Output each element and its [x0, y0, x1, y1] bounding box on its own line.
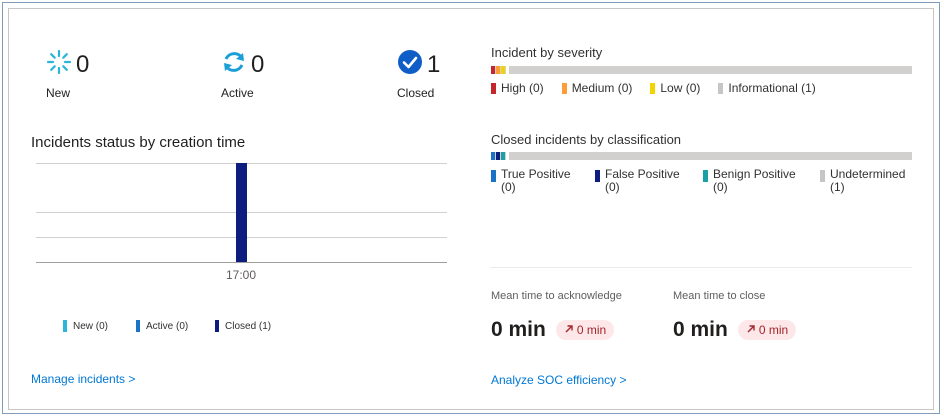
legend-label: Closed (1)	[225, 320, 272, 332]
mean-time-acknowledge-value: 0 min	[491, 318, 546, 341]
arrow-up-right-icon	[564, 323, 574, 337]
trend-value: 0 min	[758, 323, 789, 337]
classification-bar-true-positive	[491, 152, 495, 160]
severity-medium: Medium (0)	[561, 81, 633, 95]
legend-label: Low (0)	[660, 81, 701, 95]
severity-bar-low	[501, 66, 505, 74]
check-circle-icon	[397, 49, 423, 80]
legend-count: (0)	[501, 180, 516, 194]
legend-label: Medium (0)	[571, 81, 633, 95]
legend-swatch	[136, 320, 140, 332]
refresh-icon	[221, 49, 247, 80]
legend-item-new: New (0)	[63, 320, 108, 332]
legend-count: (1)	[830, 180, 845, 194]
counter-active: 0 Active	[221, 49, 264, 100]
legend-swatch	[703, 170, 708, 182]
legend-label: Informational (1)	[728, 81, 816, 95]
severity-high: High (0)	[491, 81, 544, 95]
chart-x-axis	[36, 262, 447, 263]
legend-swatch	[491, 170, 496, 182]
severity-bar-medium	[496, 66, 500, 74]
severity-informational: Informational (1)	[718, 81, 816, 95]
legend-swatch	[820, 170, 825, 182]
trend-value: 0 min	[576, 323, 607, 337]
active-count: 0	[251, 50, 265, 78]
legend-label: False Positive	[605, 167, 680, 181]
classification-false-positive: False Positive (0)	[595, 168, 680, 194]
legend-label: Benign Positive	[713, 167, 796, 181]
analyze-soc-efficiency-link[interactable]: Analyze SOC efficiency >	[491, 373, 627, 387]
manage-incidents-link[interactable]: Manage incidents >	[31, 372, 135, 386]
legend-item-active: Active (0)	[136, 320, 188, 332]
status-chart-title: Incidents status by creation time	[31, 134, 246, 151]
classification-bar-gap	[506, 152, 509, 160]
severity-bar	[491, 66, 912, 74]
mean-time-acknowledge-label: Mean time to acknowledge	[491, 290, 622, 302]
x-tick-label: 17:00	[226, 268, 257, 282]
active-label: Active	[221, 86, 254, 100]
mean-time-close-label: Mean time to close	[673, 290, 766, 302]
legend-swatch	[650, 82, 656, 94]
mean-time-close: 0 min 0 min	[673, 318, 797, 342]
classification-title: Closed incidents by classification	[491, 132, 682, 147]
legend-swatch	[561, 82, 567, 94]
chart-bar	[235, 163, 247, 262]
legend-swatch	[718, 82, 724, 94]
classification-bar	[491, 152, 912, 160]
classification-undetermined: Undetermined (1)	[820, 168, 905, 194]
new-label: New	[46, 86, 71, 100]
trend-badge: 0 min	[737, 320, 797, 340]
legend-swatch	[595, 170, 600, 182]
legend-label: New (0)	[73, 320, 109, 332]
severity-legend: High (0) Medium (0) Low (0) Informationa…	[491, 81, 834, 95]
legend-label: High (0)	[501, 81, 544, 95]
classification-benign-positive: Benign Positive (0)	[703, 168, 796, 194]
classification-bar-benign-positive	[501, 152, 505, 160]
mean-time-acknowledge: 0 min 0 min	[491, 318, 615, 342]
severity-low: Low (0)	[650, 81, 700, 95]
loading-spinner-icon	[46, 49, 72, 80]
legend-swatch	[491, 82, 496, 94]
status-chart-plot	[36, 163, 447, 262]
severity-bar-high	[491, 66, 495, 74]
legend-swatch	[215, 320, 219, 332]
mean-time-close-value: 0 min	[673, 318, 728, 341]
legend-label: Undetermined	[830, 167, 906, 181]
section-divider	[490, 267, 912, 268]
classification-true-positive: True Positive (0)	[491, 168, 571, 194]
legend-label: Active (0)	[146, 320, 189, 332]
legend-item-closed: Closed (1)	[215, 320, 271, 332]
counter-closed: 1 Closed	[397, 49, 440, 100]
counter-new: 0 New	[46, 49, 89, 100]
classification-bar-false-positive	[496, 152, 500, 160]
closed-count: 1	[427, 50, 441, 78]
severity-bar-gap	[506, 66, 509, 74]
legend-count: (0)	[713, 180, 728, 194]
legend-label: True Positive	[501, 167, 571, 181]
legend-swatch	[63, 320, 67, 332]
legend-count: (0)	[605, 180, 620, 194]
severity-title: Incident by severity	[491, 45, 603, 60]
closed-label: Closed	[397, 86, 435, 100]
trend-badge: 0 min	[555, 320, 615, 340]
new-count: 0	[76, 50, 90, 78]
arrow-up-right-icon	[746, 323, 756, 337]
